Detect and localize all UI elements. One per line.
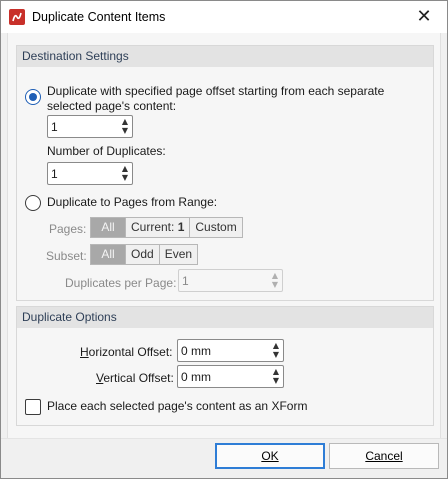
chevron-up-icon[interactable]: ▲ <box>120 117 130 126</box>
offset-option-label-line1: Duplicate with specified page offset sta… <box>47 84 385 98</box>
pages-segmented-control: All Current: 1 Custom <box>90 217 243 238</box>
footer-divider <box>1 438 447 439</box>
vertical-offset-field[interactable]: 0 mm ▲ ▼ <box>177 365 284 388</box>
horizontal-offset-label: Horizontal Offset: <box>80 345 173 359</box>
chevron-down-icon[interactable]: ▼ <box>271 376 281 385</box>
dialog-window: Duplicate Content Items ✕ Destination Se… <box>0 0 448 479</box>
pages-current-button[interactable]: Current: 1 <box>126 218 191 237</box>
chevron-down-icon[interactable]: ▼ <box>120 126 130 135</box>
offset-radio[interactable] <box>25 89 41 105</box>
pdf-app-icon <box>9 9 25 25</box>
subset-segmented-control: All Odd Even <box>90 244 199 265</box>
num-duplicates-value: 1 <box>51 167 58 181</box>
subset-even-button[interactable]: Even <box>160 245 197 264</box>
offset-option-label-line2: selected page's content: <box>47 99 177 113</box>
cancel-button[interactable]: Cancel <box>329 443 439 469</box>
duplicate-options-group: Duplicate Options Horizontal Offset: 0 m… <box>16 306 434 426</box>
dialog-title: Duplicate Content Items <box>32 10 166 24</box>
chevron-up-icon[interactable]: ▲ <box>271 367 281 376</box>
cancel-button-label: Cancel <box>365 449 403 463</box>
xform-checkbox[interactable] <box>25 399 41 415</box>
chevron-up-icon[interactable]: ▲ <box>271 341 281 350</box>
offset-value: 1 <box>51 120 58 134</box>
xform-label: Place each selected page's content as an… <box>47 399 308 413</box>
close-icon[interactable]: ✕ <box>409 5 439 29</box>
offset-stepper[interactable]: 1 ▲ ▼ <box>47 115 133 138</box>
vertical-offset-value: 0 mm <box>181 370 211 384</box>
dup-per-page-label: Duplicates per Page: <box>65 276 177 290</box>
range-option-label: Duplicate to Pages from Range: <box>47 195 218 209</box>
pages-label: Pages: <box>49 222 87 236</box>
dup-per-page-value: 1 <box>182 274 189 288</box>
chevron-up-icon[interactable]: ▲ <box>270 271 280 280</box>
ok-button-label: OK <box>261 449 279 463</box>
num-duplicates-label: Number of Duplicates: <box>47 144 166 158</box>
ok-button[interactable]: OK <box>215 443 325 469</box>
range-radio[interactable] <box>25 195 41 211</box>
vertical-offset-label: Vertical Offset: <box>96 371 174 385</box>
title-bar: Duplicate Content Items ✕ <box>1 1 447 33</box>
horizontal-offset-field[interactable]: 0 mm ▲ ▼ <box>177 339 284 362</box>
subset-label: Subset: <box>46 249 87 263</box>
destination-settings-header: Destination Settings <box>17 46 433 67</box>
pages-custom-button[interactable]: Custom <box>190 218 241 237</box>
horizontal-offset-value: 0 mm <box>181 344 211 358</box>
subset-all-button[interactable]: All <box>91 245 126 264</box>
pages-current-label: Current: <box>131 220 178 234</box>
pages-all-button[interactable]: All <box>91 218 126 237</box>
chevron-down-icon[interactable]: ▼ <box>270 280 280 289</box>
dialog-content: Destination Settings Duplicate with spec… <box>7 33 441 438</box>
destination-settings-group: Destination Settings Duplicate with spec… <box>16 45 434 301</box>
chevron-down-icon[interactable]: ▼ <box>120 173 130 182</box>
chevron-up-icon[interactable]: ▲ <box>120 164 130 173</box>
dup-per-page-stepper[interactable]: 1 ▲ ▼ <box>178 269 283 292</box>
num-duplicates-stepper[interactable]: 1 ▲ ▼ <box>47 162 133 185</box>
duplicate-options-header: Duplicate Options <box>17 307 433 328</box>
subset-odd-button[interactable]: Odd <box>126 245 160 264</box>
chevron-down-icon[interactable]: ▼ <box>271 350 281 359</box>
pages-current-number: 1 <box>177 220 185 234</box>
